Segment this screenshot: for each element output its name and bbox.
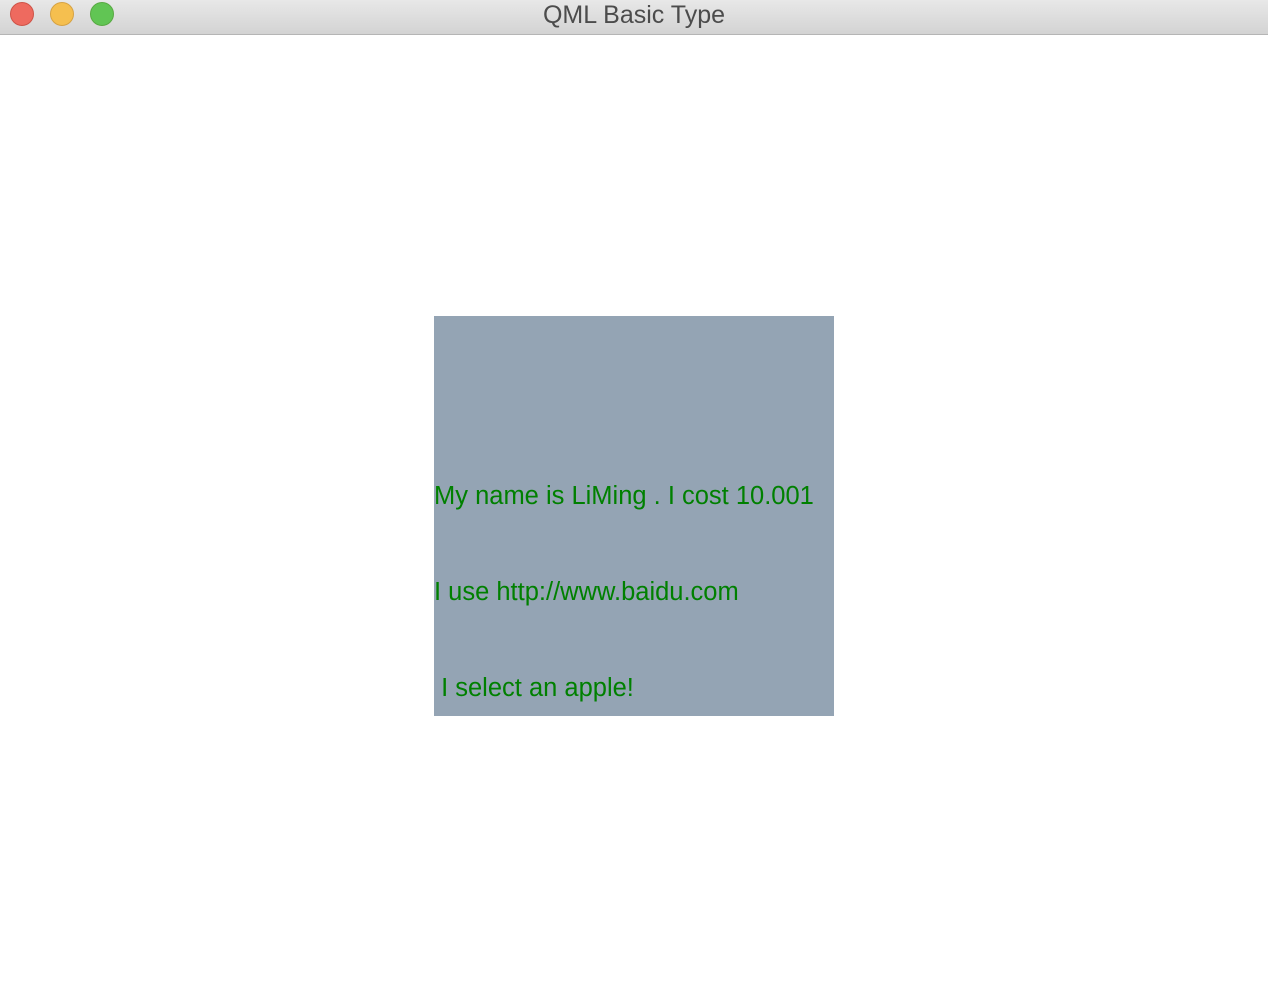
selection-line: I select an apple! [434, 674, 634, 702]
name-cost-line: My name is LiMing . I cost 10.001 [434, 482, 814, 510]
window-content: My name is LiMing . I cost 10.001 I use … [0, 36, 1268, 992]
app-window: QML Basic Type My name is LiMing . I cos… [0, 0, 1268, 992]
window-title: QML Basic Type [542, 1, 726, 29]
info-rectangle: My name is LiMing . I cost 10.001 I use … [434, 316, 834, 716]
info-text: My name is LiMing . I cost 10.001 I use … [434, 416, 834, 768]
title-bar[interactable]: QML Basic Type [0, 0, 1268, 35]
url-line: I use http://www.baidu.com [434, 578, 739, 606]
